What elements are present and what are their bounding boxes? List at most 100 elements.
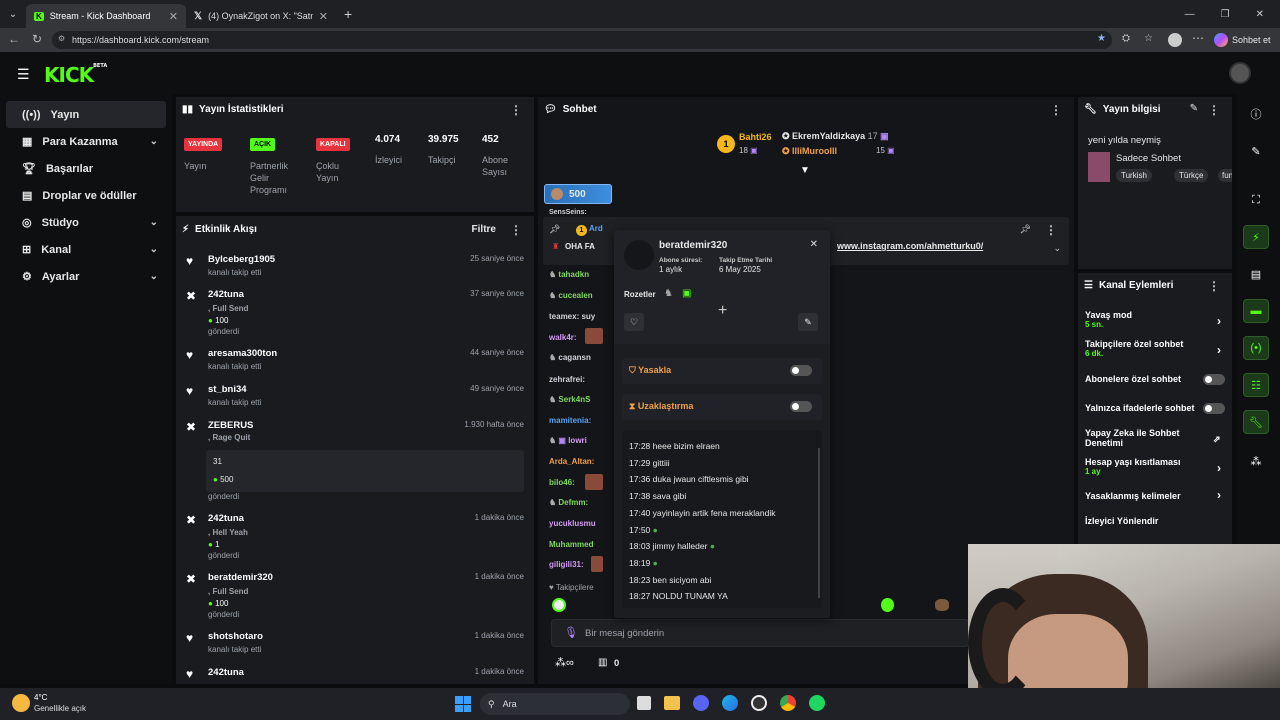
window-close-icon[interactable]: ✕ <box>1256 9 1264 20</box>
chat-username[interactable]: ♞ ▣ lowri <box>549 436 587 445</box>
user-avatar[interactable] <box>1229 62 1251 84</box>
hamburger-menu-icon[interactable]: ☰ <box>17 66 30 83</box>
chat-icon[interactable]: ▬ <box>1243 299 1269 323</box>
chat-username[interactable]: ♞ tahadkn <box>549 270 589 279</box>
chat-username[interactable]: yucuklusmu <box>549 519 596 528</box>
chat-input[interactable]: 🎙︎ Bir mesaj gönderin <box>551 619 969 647</box>
edge-icon[interactable] <box>722 695 738 711</box>
tab-kick-dashboard[interactable]: K Stream - Kick Dashboard ✕ <box>26 4 186 28</box>
task-view-icon[interactable] <box>637 696 651 710</box>
extensions-icon[interactable]: ⛭ <box>1122 33 1130 44</box>
activity-user[interactable]: 242tuna <box>208 667 244 678</box>
new-tab-icon[interactable]: + <box>344 6 352 22</box>
sidebar-item-para-kazanma[interactable]: ▦ Para Kazanma ⌄ <box>6 128 166 155</box>
more-options-icon[interactable]: ⋮ <box>1045 223 1057 237</box>
filter-button[interactable]: Filtre <box>472 224 496 235</box>
more-options-icon[interactable]: ⋮ <box>1050 103 1062 117</box>
mod-action-button[interactable]: ✎ <box>798 313 818 331</box>
edit-icon[interactable]: ✎ <box>1190 103 1198 114</box>
windows-start-icon[interactable] <box>455 696 471 712</box>
close-icon[interactable]: ✕ <box>319 10 328 23</box>
chat-username[interactable]: ♞ Serk4nS <box>549 395 590 404</box>
chat-username[interactable]: walk4r: <box>549 333 577 342</box>
connections-icon[interactable]: ⁂∞ <box>555 656 574 669</box>
chat-username[interactable]: Arda_Altan: <box>549 457 594 466</box>
emote-icon[interactable] <box>935 599 949 611</box>
profile-avatar[interactable] <box>1168 33 1182 47</box>
collapse-leaderboard-icon[interactable]: ▼ <box>800 165 810 176</box>
scrollbar[interactable] <box>818 448 820 598</box>
store-icon[interactable]: ▥ <box>598 657 607 668</box>
sidebar-item-ayarlar[interactable]: ⚙ Ayarlar ⌄ <box>6 263 166 290</box>
maximize-icon[interactable]: ❐ <box>1221 9 1230 20</box>
subscribers-only-toggle[interactable] <box>1203 374 1225 385</box>
more-options-icon[interactable]: ⋮ <box>1208 279 1220 293</box>
tag-chip[interactable]: Turkish <box>1116 169 1152 182</box>
spotify-icon[interactable] <box>809 695 825 711</box>
activity-user[interactable]: 242tuna <box>208 289 244 300</box>
activity-user[interactable]: ZEBERUS <box>208 420 253 431</box>
taskbar-search[interactable]: ⚲ Ara <box>480 693 630 715</box>
activity-user[interactable]: Bylceberg1905 <box>208 254 275 265</box>
pin-icon[interactable]: 📌︎ <box>1020 224 1031 235</box>
raid-setting[interactable]: İzleyici Yönlendir <box>1085 516 1225 530</box>
pinned-link[interactable]: www.instagram.com/ahmetturku0/ <box>837 241 983 251</box>
ai-moderation-setting[interactable]: Yapay Zeka ile Sohbet Denetimi ⇗ <box>1085 428 1221 450</box>
sidebar-item-kanal[interactable]: ⊞ Kanal ⌄ <box>6 236 166 263</box>
chat-username[interactable]: Ard <box>589 224 603 233</box>
tag-chip[interactable]: Türkçe <box>1174 169 1209 182</box>
copilot-button[interactable]: Sohbet et <box>1214 31 1271 49</box>
leaderboard-user[interactable]: Bahti26 <box>739 132 772 142</box>
close-icon[interactable]: ✕ <box>169 10 178 23</box>
chat-username[interactable]: teamex: suy <box>549 312 595 321</box>
tab-list-icon[interactable]: ⌄ <box>0 9 26 20</box>
chat-username[interactable]: mamitenia: <box>549 416 591 425</box>
info-icon[interactable]: ⓘ <box>1243 102 1269 126</box>
broadcast-icon[interactable]: (•) <box>1243 336 1269 360</box>
microphone-icon[interactable]: 🎙︎ <box>564 626 578 639</box>
sliders-icon[interactable]: ☷ <box>1243 373 1269 397</box>
weather-icon[interactable] <box>12 694 30 712</box>
minimize-icon[interactable]: — <box>1185 9 1195 20</box>
site-info-icon[interactable]: ⚙ <box>58 34 65 43</box>
kick-emote-icon[interactable] <box>881 598 894 612</box>
category-name[interactable]: Sadece Sohbet <box>1116 153 1181 164</box>
followers-only-setting[interactable]: Takipçilere özel sohbet 6 dk. › <box>1085 339 1225 363</box>
chat-username[interactable]: ♞ Defmm: <box>549 498 588 507</box>
back-icon[interactable]: ← <box>8 32 20 46</box>
activity-user[interactable]: st_bni34 <box>208 384 247 395</box>
chat-username[interactable]: ♞ cagansn <box>549 353 591 362</box>
favorite-star-icon[interactable]: ★ <box>1097 33 1106 44</box>
timeout-toggle[interactable] <box>790 401 812 412</box>
chat-username[interactable]: bilo46: <box>549 478 575 487</box>
lightning-icon[interactable]: ⚡︎ <box>1243 225 1269 249</box>
chat-username[interactable]: giligili31: <box>549 560 584 569</box>
tab-x-post[interactable]: 𝕏 (4) OynakZigot on X: "Satmayacağ ✕ <box>186 4 336 28</box>
follow-heart-button[interactable]: ♡ <box>624 313 644 331</box>
close-icon[interactable]: ✕ <box>810 239 818 250</box>
chevron-down-icon[interactable]: ⌄ <box>1053 243 1061 254</box>
tag-chip[interactable]: fun <box>1218 169 1232 182</box>
more-options-icon[interactable]: ⋮ <box>510 103 522 117</box>
wrench-icon[interactable]: 🔧︎ <box>1243 410 1269 434</box>
kick-logo[interactable]: KICKBETA <box>44 63 107 87</box>
slow-mode-setting[interactable]: Yavaş mod 5 sn. › <box>1085 310 1225 334</box>
more-options-icon[interactable]: ⋮ <box>1208 103 1220 117</box>
url-field[interactable]: ⚙ https://dashboard.kick.com/stream ★ <box>52 31 1112 49</box>
sidebar-item-basarilar[interactable]: 🏆︎ Başarılar <box>6 155 166 182</box>
ban-toggle[interactable] <box>790 365 812 376</box>
file-explorer-icon[interactable] <box>664 696 680 710</box>
more-options-icon[interactable]: ⋮ <box>510 223 522 237</box>
sidebar-item-studyo[interactable]: ◎ Stüdyo ⌄ <box>6 209 166 236</box>
favorites-icon[interactable]: ☆ <box>1144 33 1153 44</box>
document-icon[interactable]: ▤ <box>1243 262 1269 286</box>
edit-icon[interactable]: ✎ <box>1243 139 1269 163</box>
sidebar-item-yayin[interactable]: ((•)) Yayın <box>6 101 166 128</box>
leaderboard-user[interactable]: ✪ EkremYaldizkaya 17 ▣ <box>782 131 889 142</box>
user-card-username[interactable]: beratdemir320 <box>659 240 727 251</box>
screenshot-icon[interactable]: ⛶ <box>1243 188 1269 212</box>
obs-icon[interactable] <box>751 695 767 711</box>
activity-user[interactable]: aresama300ton <box>208 348 277 359</box>
sidebar-item-droplar[interactable]: ▤ Droplar ve ödüller <box>6 182 166 209</box>
account-age-setting[interactable]: Hesap yaşı kısıtlaması 1 ay › <box>1085 457 1225 481</box>
